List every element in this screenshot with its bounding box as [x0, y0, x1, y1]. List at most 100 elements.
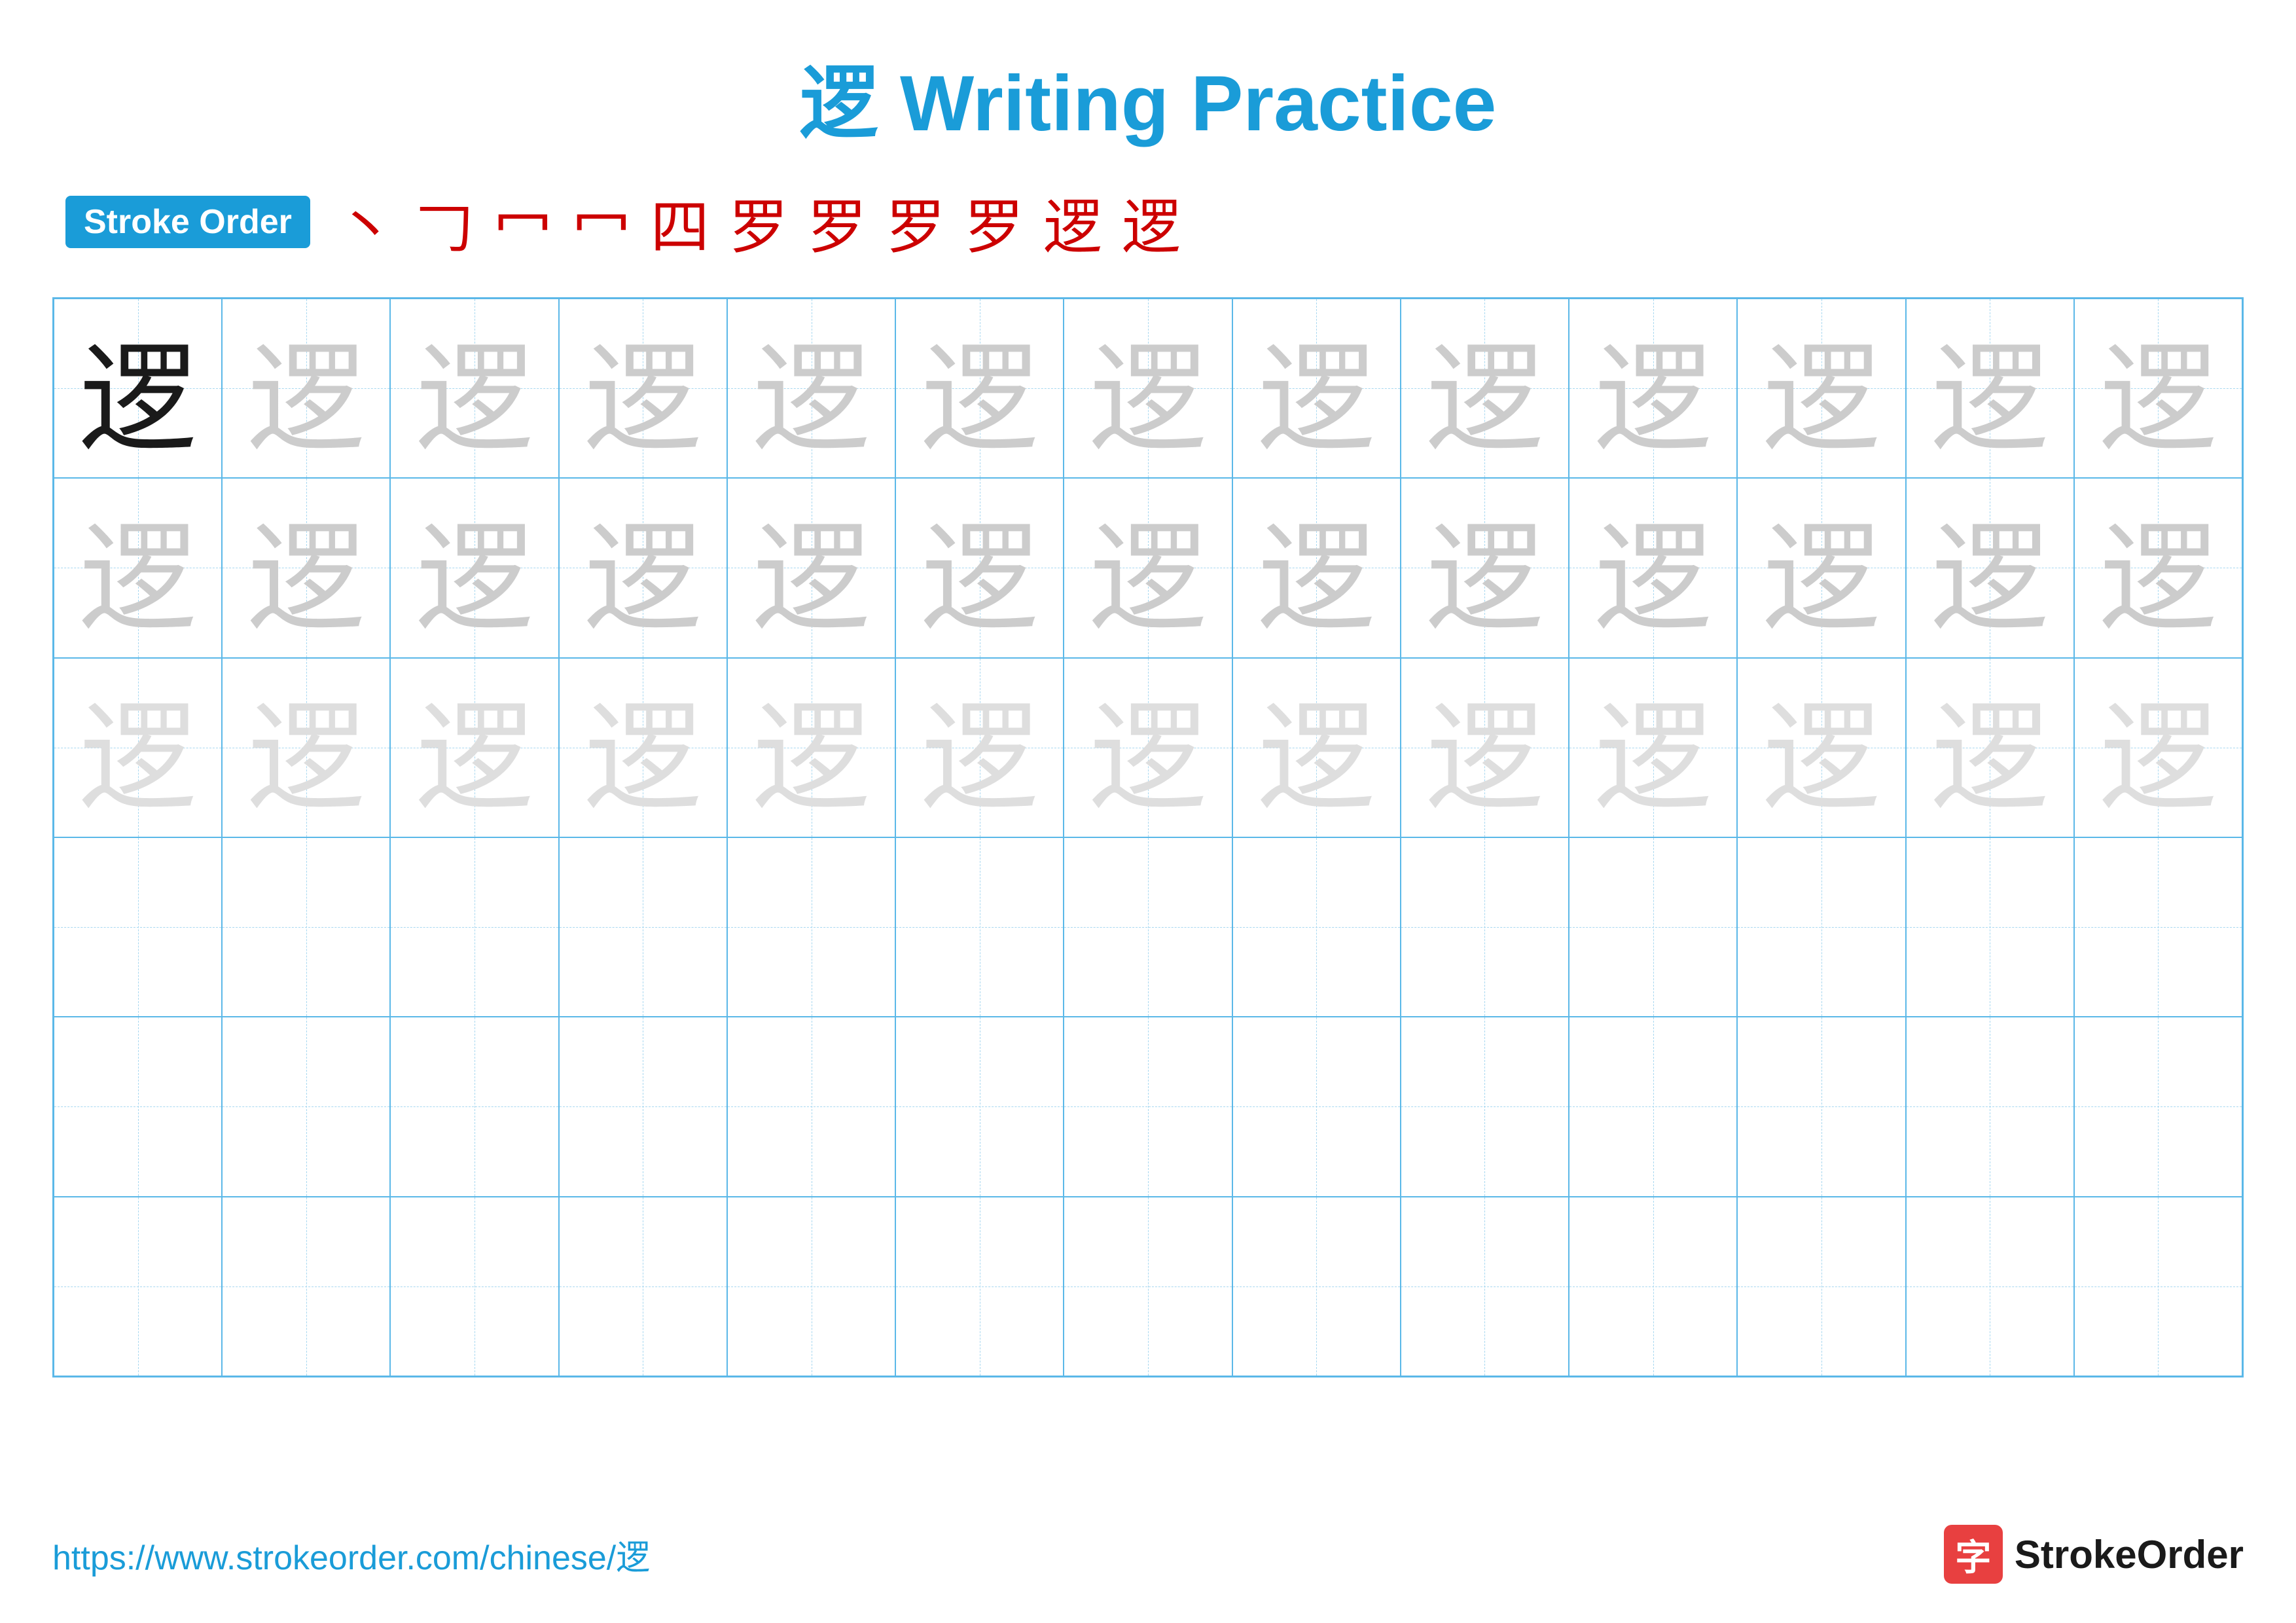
grid-cell[interactable] — [1906, 1197, 2074, 1376]
page-title: 逻 Writing Practice — [52, 39, 2244, 153]
grid-cell[interactable] — [1737, 1197, 1905, 1376]
grid-cell[interactable]: 逻 — [1064, 478, 1232, 657]
stroke-order-row: Stroke Order 丶 𠃌 冖 冖 四 罗 罗 罗 罗 逻 逻 — [52, 179, 2244, 264]
grid-cell[interactable] — [895, 1197, 1064, 1376]
practice-char-lighter: 逻 — [1426, 662, 1543, 833]
grid-cell[interactable] — [1569, 1197, 1737, 1376]
grid-cell[interactable] — [54, 1197, 222, 1376]
practice-char-lighter: 逻 — [1089, 662, 1207, 833]
grid-cell[interactable] — [1064, 1197, 1232, 1376]
grid-cell[interactable] — [1401, 1017, 1569, 1196]
grid-cell[interactable] — [1064, 837, 1232, 1017]
grid-cell[interactable]: 逻 — [1401, 478, 1569, 657]
logo-char: 字 — [1955, 1528, 1991, 1580]
grid-cell[interactable] — [559, 1197, 727, 1376]
grid-cell[interactable]: 逻 — [895, 299, 1064, 478]
practice-char-light: 逻 — [1594, 483, 1712, 653]
grid-cell[interactable]: 逻 — [559, 478, 727, 657]
stroke-step-9: 罗 — [965, 179, 1024, 264]
grid-cell[interactable] — [895, 1017, 1064, 1196]
grid-cell[interactable] — [1737, 837, 1905, 1017]
practice-char-light: 逻 — [1089, 483, 1207, 653]
footer: https://www.strokeorder.com/chinese/逻 字 … — [52, 1525, 2244, 1584]
grid-cell[interactable]: 逻 — [727, 299, 895, 478]
grid-cell[interactable] — [1401, 1197, 1569, 1376]
grid-cell[interactable]: 逻 — [2074, 658, 2242, 837]
grid-cell[interactable] — [727, 837, 895, 1017]
practice-char-light: 逻 — [1257, 483, 1375, 653]
practice-char-lighter: 逻 — [1594, 662, 1712, 833]
grid-cell[interactable] — [222, 1197, 390, 1376]
writing-grid[interactable]: 逻逻逻逻逻逻逻逻逻逻逻逻逻逻逻逻逻逻逻逻逻逻逻逻逻逻逻逻逻逻逻逻逻逻逻逻逻逻逻 — [52, 297, 2244, 1377]
grid-cell[interactable]: 逻 — [2074, 478, 2242, 657]
grid-cell[interactable] — [222, 837, 390, 1017]
grid-cell[interactable] — [390, 837, 558, 1017]
grid-cell[interactable]: 逻 — [1737, 299, 1905, 478]
stroke-step-4: 冖 — [572, 179, 631, 264]
grid-cell[interactable] — [390, 1197, 558, 1376]
grid-cell[interactable] — [559, 837, 727, 1017]
grid-cell[interactable]: 逻 — [1906, 299, 2074, 478]
grid-cell[interactable] — [559, 1017, 727, 1196]
grid-cell[interactable] — [1401, 837, 1569, 1017]
grid-cell[interactable] — [2074, 837, 2242, 1017]
practice-char-lighter: 逻 — [2099, 662, 2217, 833]
grid-cell[interactable]: 逻 — [54, 658, 222, 837]
grid-cell[interactable]: 逻 — [727, 478, 895, 657]
grid-cell[interactable]: 逻 — [559, 299, 727, 478]
grid-cell[interactable]: 逻 — [222, 299, 390, 478]
grid-cell[interactable]: 逻 — [54, 299, 222, 478]
grid-cell[interactable]: 逻 — [1737, 478, 1905, 657]
grid-cell[interactable]: 逻 — [390, 658, 558, 837]
grid-cell[interactable] — [222, 1017, 390, 1196]
grid-cell[interactable] — [1064, 1017, 1232, 1196]
grid-cell[interactable]: 逻 — [1737, 658, 1905, 837]
grid-cell[interactable] — [2074, 1197, 2242, 1376]
grid-cell[interactable] — [727, 1017, 895, 1196]
practice-char-light: 逻 — [1089, 303, 1207, 474]
practice-char-light: 逻 — [753, 483, 870, 653]
grid-cell[interactable]: 逻 — [222, 658, 390, 837]
grid-cell[interactable] — [390, 1017, 558, 1196]
grid-cell[interactable]: 逻 — [1569, 299, 1737, 478]
grid-cell[interactable]: 逻 — [1906, 478, 2074, 657]
grid-cell[interactable] — [1569, 1017, 1737, 1196]
grid-cell[interactable]: 逻 — [54, 478, 222, 657]
practice-char-light: 逻 — [753, 303, 870, 474]
grid-cell[interactable]: 逻 — [2074, 299, 2242, 478]
grid-cell[interactable] — [1232, 1017, 1401, 1196]
grid-cell[interactable]: 逻 — [1906, 658, 2074, 837]
grid-cell[interactable]: 逻 — [895, 478, 1064, 657]
grid-cell[interactable]: 逻 — [1064, 299, 1232, 478]
grid-cell[interactable]: 逻 — [1232, 478, 1401, 657]
practice-char-light: 逻 — [2099, 483, 2217, 653]
grid-cell[interactable] — [1232, 837, 1401, 1017]
stroke-step-3: 冖 — [493, 179, 552, 264]
grid-cell[interactable]: 逻 — [895, 658, 1064, 837]
practice-char-light: 逻 — [79, 483, 197, 653]
grid-cell[interactable]: 逻 — [1064, 658, 1232, 837]
grid-cell[interactable]: 逻 — [1569, 658, 1737, 837]
grid-cell[interactable]: 逻 — [390, 478, 558, 657]
grid-cell[interactable] — [727, 1197, 895, 1376]
grid-cell[interactable]: 逻 — [727, 658, 895, 837]
grid-cell[interactable] — [54, 837, 222, 1017]
grid-cell[interactable] — [2074, 1017, 2242, 1196]
grid-cell[interactable]: 逻 — [559, 658, 727, 837]
grid-cell[interactable]: 逻 — [222, 478, 390, 657]
grid-cell[interactable]: 逻 — [1401, 658, 1569, 837]
grid-cell[interactable] — [1906, 1017, 2074, 1196]
grid-cell[interactable]: 逻 — [1232, 299, 1401, 478]
grid-cell[interactable]: 逻 — [390, 299, 558, 478]
grid-cell[interactable] — [1737, 1017, 1905, 1196]
grid-cell[interactable] — [895, 837, 1064, 1017]
practice-char-lighter: 逻 — [753, 662, 870, 833]
grid-cell[interactable]: 逻 — [1569, 478, 1737, 657]
grid-cell[interactable] — [54, 1017, 222, 1196]
logo-text: StrokeOrder — [2015, 1532, 2244, 1577]
grid-cell[interactable]: 逻 — [1401, 299, 1569, 478]
grid-cell[interactable] — [1569, 837, 1737, 1017]
grid-cell[interactable]: 逻 — [1232, 658, 1401, 837]
grid-cell[interactable] — [1232, 1197, 1401, 1376]
grid-cell[interactable] — [1906, 837, 2074, 1017]
